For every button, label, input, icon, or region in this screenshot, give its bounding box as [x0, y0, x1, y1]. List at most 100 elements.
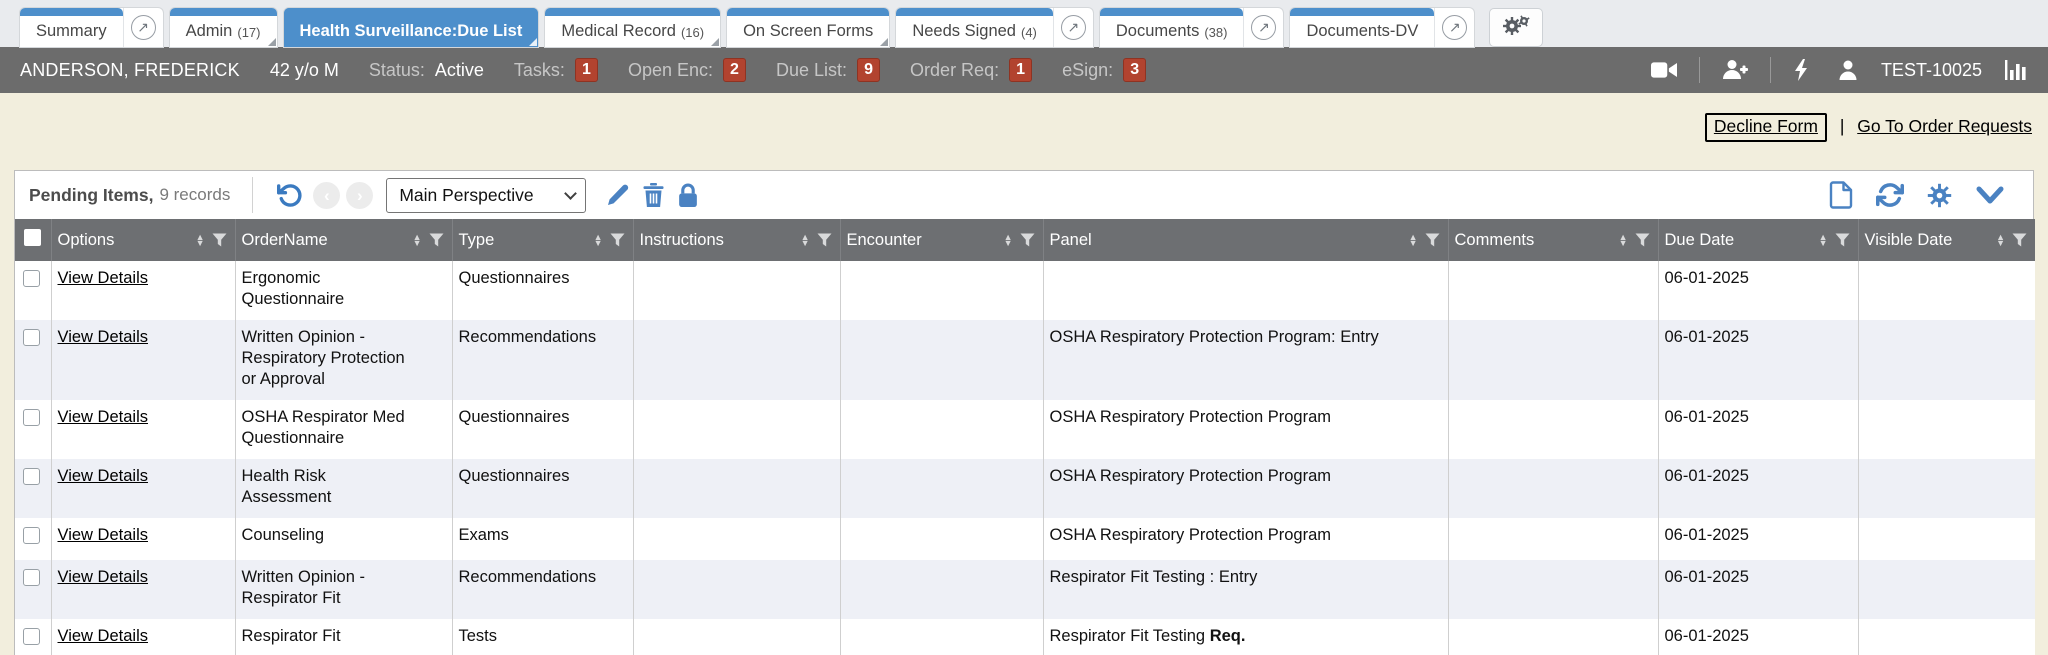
go-to-order-requests-link[interactable]: Go To Order Requests: [1857, 116, 2032, 136]
sort-icon[interactable]: ▲▼: [196, 234, 205, 247]
row-select-cell: [15, 400, 51, 459]
tab-medical-record[interactable]: Medical Record(16): [545, 8, 720, 47]
select-all-checkbox[interactable]: [24, 229, 41, 246]
column-header-encounter[interactable]: Encounter▲▼: [840, 219, 1043, 261]
panel-cell: OSHA Respiratory Protection Program: [1043, 518, 1448, 560]
tab-needs-signed[interactable]: Needs Signed(4): [896, 8, 1053, 47]
column-header-comments[interactable]: Comments▲▼: [1448, 219, 1658, 261]
column-header-due-date[interactable]: Due Date▲▼: [1658, 219, 1858, 261]
panel-cell: OSHA Respiratory Protection Program: [1043, 400, 1448, 459]
tab-popout-button[interactable]: ↗: [1243, 8, 1283, 47]
view-details-link[interactable]: View Details: [58, 526, 148, 544]
refresh-button[interactable]: [1870, 181, 1910, 209]
tab-list: Summary↗Admin(17)Health Surveillance:Due…: [20, 8, 1474, 47]
filter-funnel-icon[interactable]: [1835, 233, 1850, 247]
due-date-cell: 06-01-2025: [1658, 320, 1858, 400]
column-header-instructions[interactable]: Instructions▲▼: [633, 219, 840, 261]
counter-esign: eSign: 3: [1062, 58, 1146, 82]
perspective-select[interactable]: Main Perspective: [386, 178, 586, 213]
instructions-cell: [633, 619, 840, 655]
counter-badge[interactable]: 1: [1009, 58, 1032, 82]
order-name-text: Ergonomic Questionnaire: [242, 268, 412, 310]
delete-trash-button[interactable]: [636, 183, 671, 207]
tab-label: Documents-DV: [1306, 22, 1418, 41]
sort-icon[interactable]: ▲▼: [1004, 234, 1013, 247]
counter-label: eSign:: [1062, 60, 1113, 81]
lightning-icon[interactable]: [1787, 59, 1815, 81]
view-details-link[interactable]: View Details: [58, 627, 148, 645]
tab-summary[interactable]: Summary: [20, 8, 123, 47]
tab-admin[interactable]: Admin(17): [170, 8, 277, 47]
filter-funnel-icon[interactable]: [1635, 233, 1650, 247]
decline-form-link[interactable]: Decline Form: [1714, 116, 1818, 136]
filter-funnel-icon[interactable]: [610, 233, 625, 247]
sort-icon[interactable]: ▲▼: [801, 234, 810, 247]
row-checkbox[interactable]: [23, 527, 40, 544]
row-checkbox[interactable]: [23, 329, 40, 346]
view-details-link[interactable]: View Details: [58, 328, 148, 346]
tab-popout-button[interactable]: ↗: [123, 8, 163, 47]
filter-funnel-icon[interactable]: [2012, 233, 2027, 247]
new-document-button[interactable]: [1822, 181, 1860, 209]
tab-documents[interactable]: Documents(38): [1100, 8, 1244, 47]
view-details-link[interactable]: View Details: [58, 568, 148, 586]
panel-cell: Respirator Fit Testing : Entry: [1043, 560, 1448, 619]
counter-badge[interactable]: 1: [575, 58, 598, 82]
sort-icon[interactable]: ▲▼: [1819, 234, 1828, 247]
instructions-cell: [633, 320, 840, 400]
patient-age-sex: 42 y/o M: [270, 60, 339, 81]
row-checkbox[interactable]: [23, 569, 40, 586]
filter-funnel-icon[interactable]: [1020, 233, 1035, 247]
sort-icon[interactable]: ▲▼: [1619, 234, 1628, 247]
nav-back-button[interactable]: ‹: [313, 182, 340, 209]
report-chart-icon[interactable]: [1998, 58, 2034, 82]
undo-button[interactable]: [271, 182, 310, 209]
filter-funnel-icon[interactable]: [817, 233, 832, 247]
due-date-cell: 06-01-2025: [1658, 400, 1858, 459]
edit-pencil-button[interactable]: [600, 183, 636, 207]
action-links-row: Decline Form | Go To Order Requests: [0, 93, 2048, 154]
view-details-link[interactable]: View Details: [58, 269, 148, 287]
sort-icon[interactable]: ▲▼: [594, 234, 603, 247]
column-header-visible-date[interactable]: Visible Date▲▼: [1858, 219, 2035, 261]
row-checkbox[interactable]: [23, 468, 40, 485]
column-header-panel[interactable]: Panel▲▼: [1043, 219, 1448, 261]
row-checkbox[interactable]: [23, 270, 40, 287]
tab-popout-button[interactable]: ↗: [1053, 8, 1093, 47]
sort-icon[interactable]: ▲▼: [413, 234, 422, 247]
view-details-link[interactable]: View Details: [58, 467, 148, 485]
tab-documents-dv[interactable]: Documents-DV: [1290, 8, 1434, 47]
column-header-options[interactable]: Options▲▼: [51, 219, 235, 261]
filter-funnel-icon[interactable]: [212, 233, 227, 247]
video-camera-icon[interactable]: [1645, 60, 1683, 80]
sort-icon[interactable]: ▲▼: [1409, 234, 1418, 247]
tab-on-screen-forms[interactable]: On Screen Forms: [727, 8, 889, 47]
counter-badge[interactable]: 9: [857, 58, 880, 82]
select-all-header[interactable]: [15, 219, 51, 261]
expand-chevron-button[interactable]: [1969, 184, 2011, 206]
filter-funnel-icon[interactable]: [429, 233, 444, 247]
counter-badge[interactable]: 3: [1123, 58, 1146, 82]
add-person-icon[interactable]: [1716, 59, 1754, 81]
lock-button[interactable]: [671, 183, 705, 208]
sort-icon[interactable]: ▲▼: [1996, 234, 2005, 247]
filter-funnel-icon[interactable]: [1425, 233, 1440, 247]
counter-badge[interactable]: 2: [723, 58, 746, 82]
row-select-cell: [15, 518, 51, 560]
tab-group-medical-record: Medical Record(16): [545, 8, 720, 47]
tab-settings-button[interactable]: [1489, 8, 1543, 47]
order-name-text: Written Opinion - Respirator Fit: [242, 567, 412, 609]
table-row: View DetailsOSHA Respirator Med Question…: [15, 400, 2035, 459]
view-details-link[interactable]: View Details: [58, 408, 148, 426]
tab-health-surveillance-due-list[interactable]: Health Surveillance:Due List: [284, 8, 539, 47]
nav-forward-button[interactable]: ›: [346, 182, 373, 209]
row-checkbox[interactable]: [23, 409, 40, 426]
popout-arrow-icon: ↗: [1251, 15, 1276, 40]
row-checkbox[interactable]: [23, 628, 40, 645]
tab-popout-button[interactable]: ↗: [1434, 8, 1474, 47]
column-header-type[interactable]: Type▲▼: [452, 219, 633, 261]
settings-gear-button[interactable]: [1920, 182, 1959, 209]
column-header-ordername[interactable]: OrderName▲▼: [235, 219, 452, 261]
order-name-cell: Health Risk Assessment: [235, 459, 452, 518]
tab-bar: Summary↗Admin(17)Health Surveillance:Due…: [0, 0, 2048, 47]
